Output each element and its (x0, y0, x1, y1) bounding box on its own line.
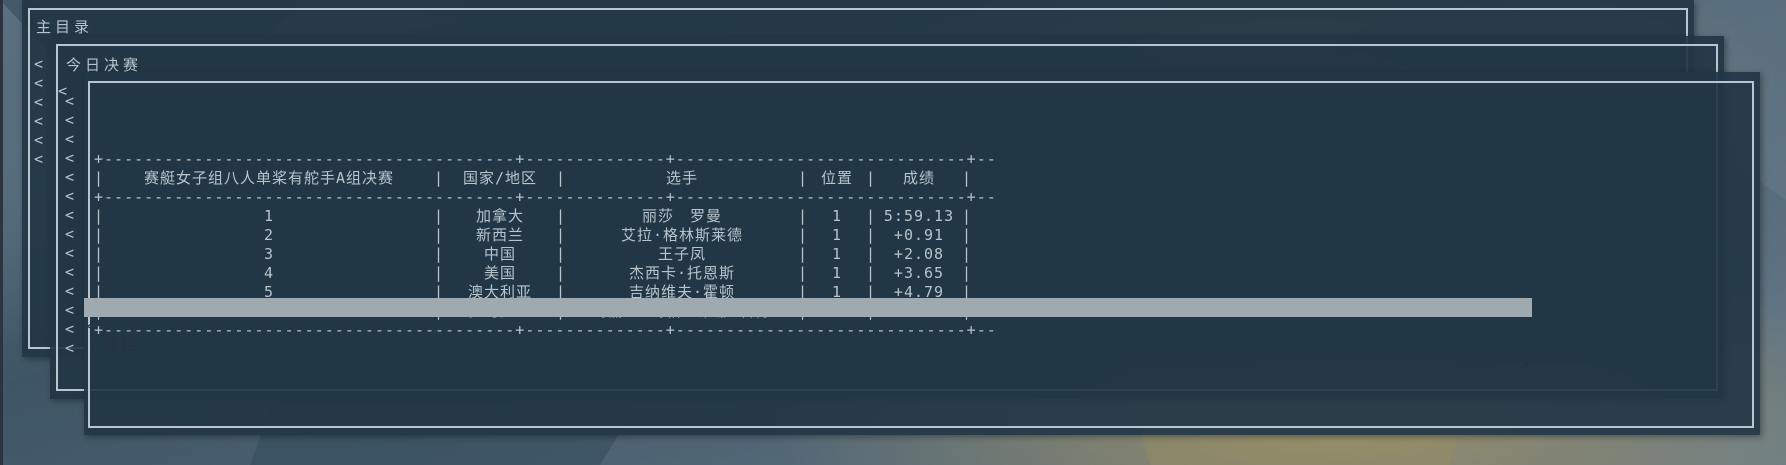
finals-item-11[interactable]: < (65, 282, 79, 301)
pipe: | (556, 207, 567, 225)
pipe: | (962, 264, 973, 282)
header-event: 赛艇女子组八人单桨有舵手A组决赛 (143, 169, 395, 187)
pipe: | (94, 245, 105, 263)
pipe: | (94, 264, 105, 282)
cell-rank: 2 (263, 226, 275, 244)
main-menu-item-1[interactable]: < (34, 55, 48, 74)
pipe: | (962, 226, 973, 244)
pipe: | (434, 264, 445, 282)
finals-item-13[interactable]: < (65, 320, 79, 339)
table-bottom-border: +---------------------------------------… (94, 321, 994, 339)
main-menu-title: 主目录 (36, 18, 94, 36)
main-menu-item-3[interactable]: < (34, 93, 48, 112)
pipe: | (798, 207, 809, 225)
table-header-border: +---------------------------------------… (94, 188, 994, 206)
table-top-border: +---------------------------------------… (94, 150, 994, 168)
table-row: | | | | | | 4 美国 杰西卡·托恩斯 1 +3.65 (94, 264, 994, 283)
table-row: | | | | | | 1 加拿大 丽莎 罗曼 1 5:59.13 (94, 207, 994, 226)
cell-athlete: 杰西卡·托恩斯 (628, 264, 736, 282)
cell-athlete: 丽莎 罗曼 (641, 207, 722, 225)
results-table: +---------------------------------------… (94, 150, 1094, 350)
finals-item-5[interactable]: < (65, 168, 79, 187)
pipe: | (798, 245, 809, 263)
cell-lane: 1 (831, 245, 843, 263)
pipe: | (434, 207, 445, 225)
back-button-label: 返回 (102, 336, 141, 354)
main-menu-item-2[interactable]: < (34, 74, 48, 93)
cell-result: +0.91 (893, 226, 945, 244)
main-menu-item-4[interactable]: < (34, 112, 48, 131)
cell-athlete: 王子凤 (657, 245, 706, 263)
pipe: | (798, 264, 809, 282)
cell-athlete: 艾拉·格林斯莱德 (620, 226, 744, 244)
finals-item-8[interactable]: < (65, 225, 79, 244)
cell-country: 新西兰 (475, 226, 524, 244)
main-menu-item-6[interactable]: < (34, 150, 48, 169)
pipe: | (866, 245, 877, 263)
finals-item-10[interactable]: < (65, 263, 79, 282)
finals-item-9[interactable]: < (65, 244, 79, 263)
cell-country: 中国 (483, 245, 516, 263)
cell-rank: 3 (263, 245, 275, 263)
pipe: | (962, 207, 973, 225)
finals-item-4[interactable]: < (65, 149, 79, 168)
header-result: 成绩 (902, 169, 935, 187)
back-chevron-left: < (86, 317, 96, 335)
pipe: | (556, 264, 567, 282)
pipe: | (434, 169, 445, 187)
pipe: | (962, 245, 973, 263)
cell-country: 加拿大 (475, 207, 524, 225)
finals-item-14[interactable]: < (65, 339, 79, 358)
pipe: | (556, 226, 567, 244)
header-athlete: 选手 (665, 169, 698, 187)
back-button[interactable]: < 返回 > (84, 298, 1532, 373)
pipe: | (798, 169, 809, 187)
pipe: | (866, 226, 877, 244)
pipe: | (962, 169, 973, 187)
cell-country: 美国 (483, 264, 516, 282)
pipe: | (866, 264, 877, 282)
pipe: | (556, 245, 567, 263)
finals-item-12[interactable]: < (65, 301, 79, 320)
finals-item-6[interactable]: < (65, 187, 79, 206)
cell-lane: 1 (831, 264, 843, 282)
table-row: | | | | | | 2 新西兰 艾拉·格林斯莱德 1 +0.91 (94, 226, 994, 245)
pipe: | (94, 169, 105, 187)
header-lane: 位置 (820, 169, 853, 187)
finals-item-2[interactable]: < (65, 111, 79, 130)
table-header-row: | 赛艇女子组八人单桨有舵手A组决赛 | 国家/地区 | 选手 | 位置 | 成… (94, 169, 994, 188)
cell-rank: 1 (263, 207, 275, 225)
table-row: | | | | | | 3 中国 王子凤 1 +2.08 (94, 245, 994, 264)
cell-lane: 1 (831, 226, 843, 244)
pipe: | (866, 207, 877, 225)
cell-lane: 1 (831, 207, 843, 225)
pipe: | (434, 245, 445, 263)
pipe: | (798, 226, 809, 244)
finals-item-3[interactable]: < (65, 130, 79, 149)
main-menu-item-5[interactable]: < (34, 131, 48, 150)
pipe: | (434, 226, 445, 244)
cell-result: +3.65 (893, 264, 945, 282)
back-chevron-right: > (1520, 355, 1530, 373)
cell-result: 5:59.13 (883, 207, 955, 225)
cell-rank: 4 (263, 264, 275, 282)
pipe: | (94, 207, 105, 225)
pipe: | (866, 169, 877, 187)
finals-item-7[interactable]: < (65, 206, 79, 225)
pipe: | (94, 226, 105, 244)
header-country: 国家/地区 (462, 169, 538, 187)
pipe: | (556, 169, 567, 187)
results-window: +---------------------------------------… (84, 72, 1760, 435)
results-left-chevron-1[interactable]: < (58, 82, 72, 101)
cell-result: +2.08 (893, 245, 945, 263)
